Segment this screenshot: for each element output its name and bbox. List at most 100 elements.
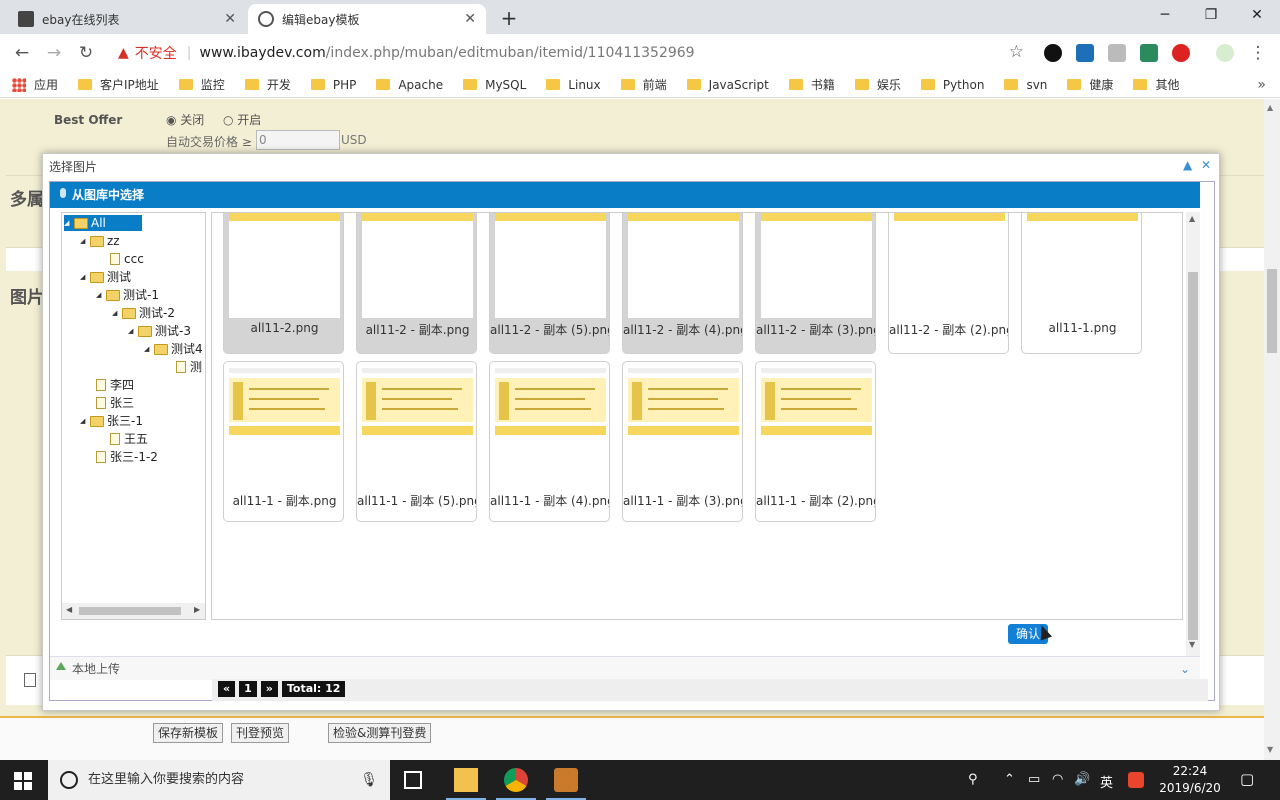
collapse-icon[interactable]: ▲ (1183, 158, 1192, 172)
bookmark-apps[interactable]: 应用 (12, 76, 58, 93)
microphone-icon[interactable]: 🎙 (360, 760, 378, 800)
bookmark-folder[interactable]: 健康 (1067, 76, 1113, 93)
chart-extension-icon[interactable] (1140, 44, 1158, 62)
notification-icon[interactable]: ▢ (1240, 770, 1254, 788)
image-card[interactable]: all11-1 - 副本 (5).png (356, 361, 477, 522)
auto-price-input[interactable]: 0 (256, 130, 340, 150)
tree-node-test-1[interactable]: ◢ 测试-1 (96, 287, 159, 303)
prev-page-button[interactable]: « (218, 681, 236, 697)
image-card[interactable]: all11-2 - 副本 (4).png (622, 213, 743, 354)
ime-indicator[interactable]: 英 (1100, 772, 1113, 791)
image-card[interactable]: all11-1 - 副本.png (223, 361, 344, 522)
battery-icon[interactable]: ▭ (1028, 772, 1040, 787)
bookmarks-overflow-icon[interactable]: » (1257, 77, 1266, 93)
profile-extension-icon[interactable] (1216, 44, 1234, 62)
check-fee-button[interactable]: 检验&测算刊登费 (328, 723, 432, 743)
image-card[interactable]: all11-2 - 副本 (3).png (755, 213, 876, 354)
tree-node-zz[interactable]: ◢ zz (80, 233, 120, 249)
bookmark-folder[interactable]: 其他 (1133, 76, 1179, 93)
tree-node-zhangsan[interactable]: 张三 (96, 395, 134, 411)
image-card[interactable]: all11-1 - 副本 (3).png (622, 361, 743, 522)
bookmark-star-icon[interactable]: ☆ (1009, 42, 1024, 62)
scroll-down-arrow[interactable]: ▼ (1189, 640, 1195, 649)
task-view-icon[interactable] (404, 771, 422, 789)
tree-node-zhangsan-1-2[interactable]: 张三-1-2 (96, 449, 158, 465)
tree-node-test-leaf[interactable]: 测 (176, 359, 202, 375)
tree-horizontal-scrollbar[interactable]: ◀ ▶ (62, 603, 205, 619)
taskbar-search-box[interactable]: 在这里输入你要搜索的内容 🎙 (48, 760, 390, 800)
expand-arrow-icon[interactable]: ◢ (80, 269, 90, 285)
file-explorer-icon[interactable] (446, 768, 486, 800)
tree-node-all[interactable]: ◢ All (64, 215, 142, 231)
tree-node-test-3[interactable]: ◢ 测试-3 (128, 323, 191, 339)
tree-node-zhangsan-1[interactable]: ◢ 张三-1 (80, 413, 143, 429)
expand-arrow-icon[interactable]: ◢ (80, 413, 90, 429)
bookmark-folder[interactable]: 娱乐 (854, 76, 901, 93)
scroll-thumb[interactable] (79, 607, 181, 615)
forward-button[interactable]: → (40, 40, 68, 66)
close-window-button[interactable]: ✕ (1234, 0, 1280, 30)
scroll-thumb[interactable] (1267, 269, 1277, 353)
volume-icon[interactable]: 🔊 (1074, 772, 1090, 787)
bookmark-folder[interactable]: PHP (310, 78, 356, 92)
scroll-up-arrow[interactable]: ▲ (1267, 103, 1273, 112)
tree-node-lisi[interactable]: 李四 (96, 377, 134, 393)
image-card[interactable]: all11-1 - 副本 (4).png (489, 361, 610, 522)
bookmark-folder[interactable]: 前端 (620, 76, 667, 93)
save-template-button[interactable]: 保存新模板 (153, 723, 224, 743)
preview-listing-button[interactable]: 刊登预览 (231, 723, 290, 743)
close-tab-icon[interactable]: ✕ (464, 11, 476, 27)
bookmark-folder[interactable]: 开发 (244, 76, 291, 93)
sogou-ime-icon[interactable] (1128, 772, 1144, 788)
windows-start-icon[interactable] (14, 772, 32, 790)
radio-on[interactable]: ○ 开启 (223, 111, 261, 128)
scroll-up-arrow[interactable]: ▲ (1189, 214, 1195, 223)
bookmark-folder[interactable]: JavaScript (686, 78, 769, 92)
adblock-extension-icon[interactable] (1172, 44, 1190, 62)
tab-ebay-list[interactable]: ebay在线列表 ✕ (8, 4, 246, 34)
restore-button[interactable]: ❐ (1188, 0, 1234, 30)
expand-arrow-icon[interactable]: ◢ (96, 287, 106, 303)
bookmark-folder[interactable]: 监控 (178, 76, 225, 93)
page-scrollbar[interactable]: ▲ ▼ (1264, 99, 1280, 760)
next-page-button[interactable]: » (260, 681, 278, 697)
minimize-button[interactable]: ─ (1142, 0, 1188, 30)
bookmark-folder[interactable]: 书籍 (788, 76, 835, 93)
expand-chevron-icon[interactable]: ⌄ (1180, 657, 1190, 681)
s-extension-icon[interactable] (1076, 44, 1094, 62)
radio-off[interactable]: ◉ 关闭 (166, 111, 204, 128)
scroll-thumb[interactable] (1188, 272, 1198, 640)
tree-node-test[interactable]: ◢ 测试 (80, 269, 131, 285)
new-tab-button[interactable]: + (496, 6, 522, 32)
tree-node-ccc[interactable]: ccc (110, 251, 144, 267)
bookmark-folder[interactable]: Python (920, 78, 984, 92)
expand-arrow-icon[interactable]: ◢ (64, 215, 74, 231)
page-number-button[interactable]: 1 (239, 681, 257, 697)
image-card[interactable]: all11-1 - 副本 (2).png (755, 361, 876, 522)
image-card[interactable]: all11-1.png (1021, 213, 1142, 354)
address-bar[interactable]: ▲ 不安全 | www.ibaydev.com /index.php/muban… (108, 38, 1032, 68)
reload-button[interactable]: ↻ (72, 40, 100, 66)
gallery-scrollbar[interactable]: ▲ ▼ (1186, 212, 1200, 662)
bookmark-folder[interactable]: svn (1004, 78, 1047, 92)
image-card[interactable]: all11-2 - 副本 (5).png (489, 213, 610, 354)
scroll-right-arrow[interactable]: ▶ (194, 605, 200, 614)
bookmark-folder[interactable]: MySQL (463, 78, 526, 92)
close-tab-icon[interactable]: ✕ (224, 11, 236, 27)
bookmark-folder[interactable]: 客户IP地址 (78, 76, 159, 93)
back-button[interactable]: ← (8, 40, 36, 66)
system-clock[interactable]: 22:24 2019/6/20 (1158, 763, 1222, 797)
app-icon[interactable] (546, 768, 586, 800)
people-icon[interactable]: ⚲ (968, 772, 978, 787)
image-card[interactable]: all11-2 - 副本 (2).png (888, 213, 1009, 354)
wifi-icon[interactable]: ◠ (1052, 772, 1063, 787)
mail-extension-icon[interactable] (1108, 44, 1126, 62)
expand-arrow-icon[interactable]: ◢ (128, 323, 138, 339)
scroll-left-arrow[interactable]: ◀ (66, 605, 72, 614)
image-card[interactable]: all11-2 - 副本.png (356, 213, 477, 354)
expand-arrow-icon[interactable]: ◢ (144, 341, 154, 357)
eye-extension-icon[interactable] (1044, 44, 1062, 62)
bookmark-folder[interactable]: Apache (376, 78, 443, 92)
bookmark-folder[interactable]: Linux (546, 78, 601, 92)
expand-arrow-icon[interactable]: ◢ (112, 305, 122, 321)
